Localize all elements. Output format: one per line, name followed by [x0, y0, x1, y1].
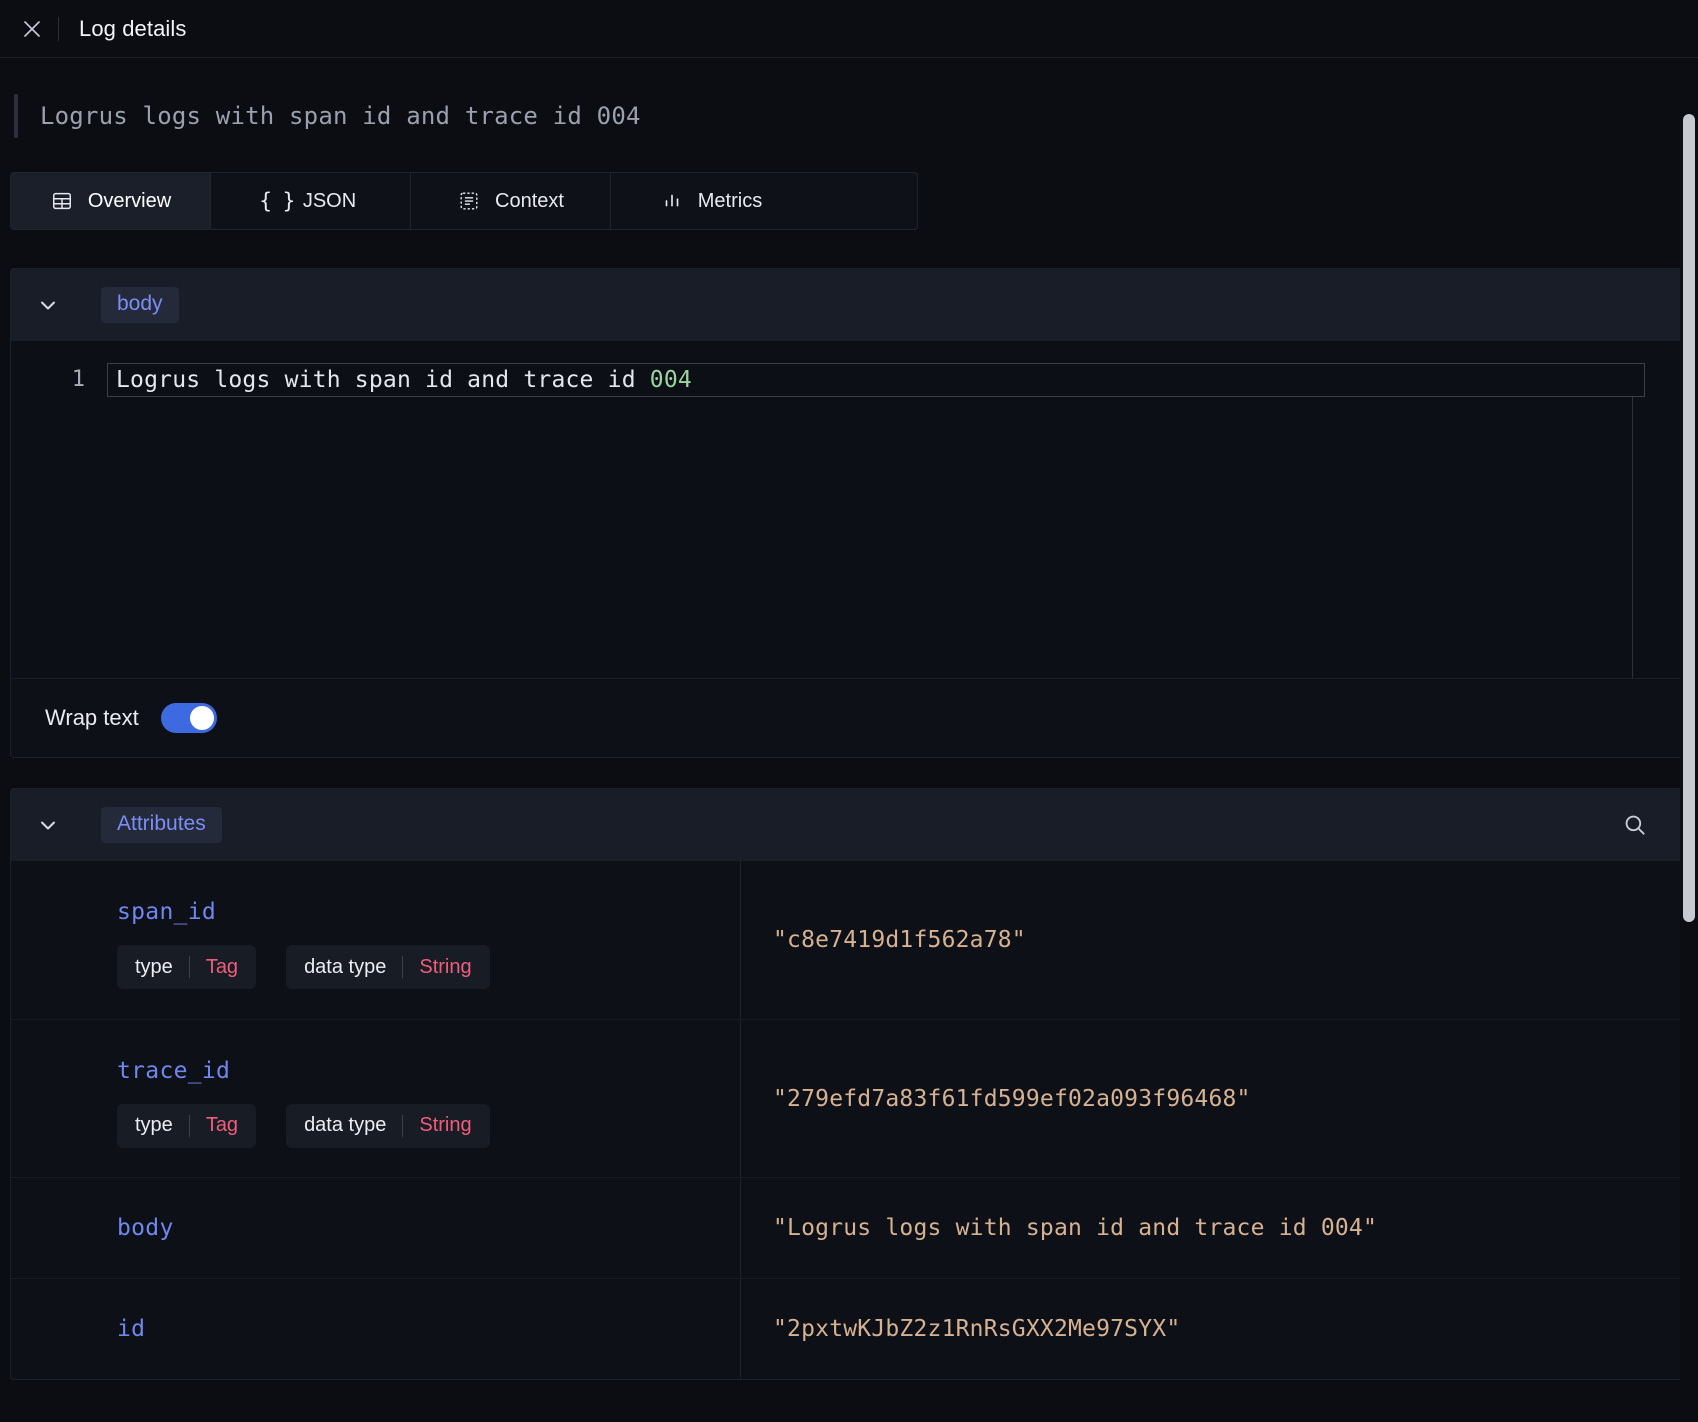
chevron-down-icon[interactable] [33, 290, 63, 320]
chip-data-type: data type String [286, 945, 490, 989]
log-line-preview: Logrus logs with span id and trace id 00… [14, 94, 1698, 138]
tab-metrics[interactable]: Metrics [611, 173, 811, 229]
chip-divider [188, 956, 190, 978]
braces-icon: { } [259, 189, 295, 213]
attribute-value: "c8e7419d1f562a78" [773, 927, 1026, 953]
wrap-text-bar: Wrap text [11, 679, 1687, 757]
chip-divider [402, 956, 404, 978]
table-row[interactable]: id "2pxtwKJbZ2z1RnRsGXX2Me97SYX" [11, 1278, 1687, 1379]
chip-data-type-value: String [419, 1114, 472, 1136]
attribute-key-cell: span_id type Tag data type String [11, 861, 741, 1019]
attribute-chips: type Tag data type String [117, 945, 740, 989]
body-panel-label: body [101, 287, 179, 323]
tab-json-label: JSON [302, 189, 357, 212]
attribute-value-cell: "2pxtwKJbZ2z1RnRsGXX2Me97SYX" [741, 1279, 1687, 1379]
tab-overview-label: Overview [87, 189, 172, 212]
attribute-key: span_id [117, 899, 217, 925]
attributes-panel: Attributes span_id type Tag data type St… [10, 788, 1688, 1380]
log-details-panel: Log details Logrus logs with span id and… [0, 0, 1698, 1422]
attribute-value-cell: "Logrus logs with span id and trace id 0… [741, 1178, 1687, 1278]
editor-guide-line [1632, 397, 1633, 678]
chip-data-type-value: String [419, 955, 472, 978]
attributes-table: span_id type Tag data type String "c8e74… [11, 861, 1687, 1379]
chip-type-label: type [135, 1114, 173, 1136]
attribute-chips: type Tag data type String [117, 1103, 740, 1148]
chevron-down-icon[interactable] [33, 810, 63, 840]
body-code-editor[interactable]: 1 Logrus logs with span id and trace id … [11, 341, 1687, 679]
panel-scroll-area: Logrus logs with span id and trace id 00… [0, 58, 1698, 1422]
chip-type: type Tag [117, 945, 257, 989]
tab-context-label: Context [495, 189, 564, 212]
tab-overview[interactable]: Overview [11, 173, 211, 229]
chip-type-label: type [135, 955, 173, 978]
chip-type: type Tag [117, 1103, 257, 1148]
list-dashed-icon [457, 189, 481, 213]
tab-metrics-label: Metrics [697, 189, 763, 212]
bar-chart-icon [660, 189, 684, 213]
chip-divider [188, 1114, 190, 1137]
attribute-value: "279efd7a83f61fd599ef02a093f96468" [773, 1085, 1251, 1112]
chip-type-value: Tag [205, 955, 239, 978]
code-line[interactable]: Logrus logs with span id and trace id 00… [107, 363, 1645, 397]
search-icon[interactable] [1613, 803, 1657, 847]
log-preview-accent-bar [14, 94, 18, 138]
detail-tabs: Overview { } JSON Context Metrics [10, 172, 918, 230]
chip-data-type-label: data type [304, 955, 387, 978]
code-number: 004 [649, 367, 692, 393]
attribute-value-cell: "279efd7a83f61fd599ef02a093f96468" [741, 1020, 1687, 1177]
table-row[interactable]: trace_id type Tag data type String "279e… [11, 1019, 1687, 1177]
scrollbar-thumb[interactable] [1683, 114, 1695, 922]
attribute-key-cell: body [11, 1178, 741, 1278]
body-panel-header[interactable]: body [11, 269, 1687, 341]
chip-data-type-label: data type [304, 1114, 387, 1136]
attribute-key-cell: id [11, 1279, 741, 1379]
page-title: Log details [79, 15, 187, 41]
log-preview-text: Logrus logs with span id and trace id 00… [40, 102, 641, 130]
body-panel: body 1 Logrus logs with span id and trac… [10, 268, 1688, 758]
line-number: 1 [71, 367, 85, 392]
attribute-value: "Logrus logs with span id and trace id 0… [773, 1215, 1378, 1241]
code-text: Logrus logs with span id and trace id [116, 367, 650, 393]
wrap-text-label: Wrap text [45, 705, 139, 730]
chip-type-value: Tag [205, 1114, 239, 1136]
table-row[interactable]: body "Logrus logs with span id and trace… [11, 1177, 1687, 1278]
attribute-key-cell: trace_id type Tag data type String [11, 1020, 741, 1177]
panel-header: Log details [0, 0, 1698, 58]
chip-divider [402, 1114, 404, 1137]
header-divider [58, 16, 59, 41]
wrap-text-toggle[interactable] [160, 703, 217, 733]
attribute-key: trace_id [117, 1057, 231, 1084]
chip-data-type: data type String [286, 1103, 490, 1148]
attributes-panel-header[interactable]: Attributes [11, 789, 1687, 861]
attribute-key: id [117, 1316, 146, 1342]
attribute-value-cell: "c8e7419d1f562a78" [741, 861, 1687, 1019]
attributes-panel-label: Attributes [101, 807, 222, 843]
table-icon [50, 189, 74, 213]
tab-json[interactable]: { } JSON [211, 173, 411, 229]
scrollbar-track[interactable] [1680, 58, 1698, 1422]
attribute-key: body [117, 1215, 174, 1241]
toggle-knob [189, 706, 214, 730]
tab-context[interactable]: Context [411, 173, 611, 229]
close-icon[interactable] [12, 9, 52, 49]
table-row[interactable]: span_id type Tag data type String "c8e74… [11, 861, 1687, 1019]
attribute-value: "2pxtwKJbZ2z1RnRsGXX2Me97SYX" [773, 1316, 1181, 1342]
